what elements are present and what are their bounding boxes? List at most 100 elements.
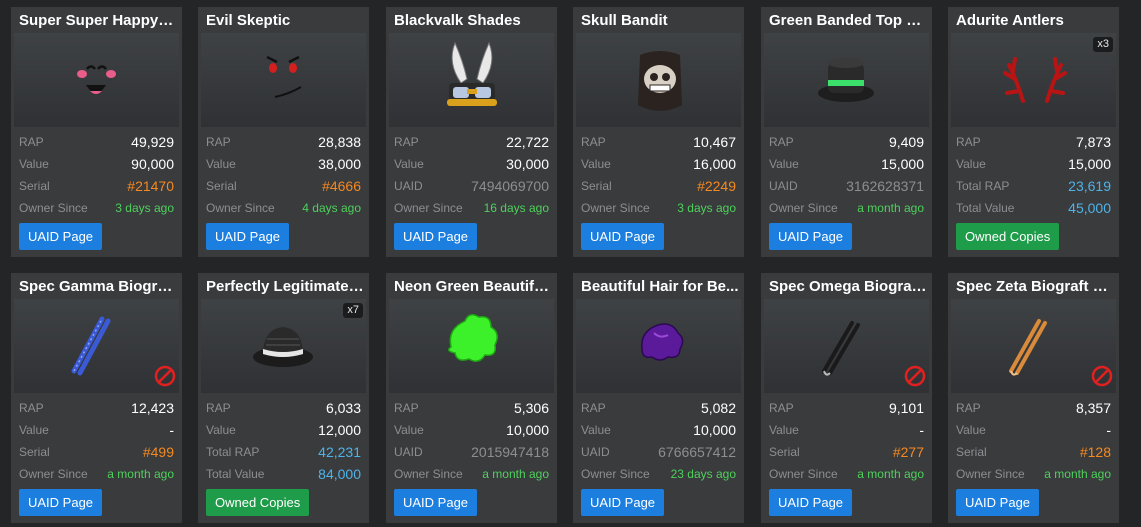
total-rap-value: 23,619 xyxy=(1068,178,1111,194)
rap-label: RAP xyxy=(581,135,606,149)
owner-since-value: 4 days ago xyxy=(302,201,361,215)
rap-value: 5,082 xyxy=(700,400,736,416)
item-thumbnail[interactable] xyxy=(14,33,179,127)
uaid-value: 7494069700 xyxy=(471,178,549,194)
item-name[interactable]: Neon Green Beautifu... xyxy=(394,279,552,295)
item-thumbnail[interactable] xyxy=(951,33,1116,127)
owner-since-value: 23 days ago xyxy=(670,467,736,481)
item-card[interactable]: Super Super Happy F... RAP 49,929 Value 90… xyxy=(11,7,182,257)
value-label: Value xyxy=(956,157,986,171)
value-label: Value xyxy=(769,423,799,437)
item-name[interactable]: Evil Skeptic xyxy=(206,13,364,29)
value-value: 90,000 xyxy=(131,156,174,172)
value-label: Value xyxy=(394,423,424,437)
item-name[interactable]: Adurite Antlers xyxy=(956,13,1114,29)
item-card[interactable]: Adurite Antlers x3 RAP 7,873 Value 15,000 … xyxy=(948,7,1119,257)
uaid-page-button[interactable]: UAID Page xyxy=(581,223,665,250)
total-value-label: Total Value xyxy=(206,467,265,481)
item-card[interactable]: Neon Green Beautifu... RAP 5,306 Value 10,… xyxy=(386,273,557,523)
item-thumbnail[interactable] xyxy=(389,33,554,127)
uaid-label: UAID xyxy=(394,445,423,459)
item-name[interactable]: Green Banded Top Hat xyxy=(769,13,927,29)
serial-value: #499 xyxy=(142,444,174,460)
item-card[interactable]: Perfectly Legitimate ... x7 RAP 6,033 Val… xyxy=(198,273,369,523)
uaid-page-button[interactable]: UAID Page xyxy=(19,223,103,250)
owner-since-label: Owner Since xyxy=(581,467,650,481)
item-thumbnail[interactable] xyxy=(576,33,741,127)
rap-label: RAP xyxy=(956,401,981,415)
item-name[interactable]: Spec Zeta Biograft E... xyxy=(956,279,1114,295)
owner-since-label: Owner Since xyxy=(394,467,463,481)
owner-since-label: Owner Since xyxy=(581,201,650,215)
green-hair-icon xyxy=(448,314,498,362)
uaid-page-button[interactable]: UAID Page xyxy=(206,223,290,250)
top-hat-icon xyxy=(818,58,874,102)
item-thumbnail[interactable] xyxy=(201,299,366,393)
owner-since-value: a month ago xyxy=(857,201,924,215)
uaid-page-button[interactable]: UAID Page xyxy=(769,489,853,516)
owner-since-value: a month ago xyxy=(107,467,174,481)
item-card[interactable]: Spec Omega Biograf... RAP 9,101 Value - Se… xyxy=(761,273,932,523)
rap-label: RAP xyxy=(956,135,981,149)
item-thumbnail[interactable] xyxy=(576,299,741,393)
rap-value: 28,838 xyxy=(318,134,361,150)
value-value: 15,000 xyxy=(1068,156,1111,172)
item-thumbnail[interactable] xyxy=(389,299,554,393)
item-name[interactable]: Blackvalk Shades xyxy=(394,13,552,29)
inventory-grid: Super Super Happy F... RAP 49,929 Value 90… xyxy=(0,0,1141,527)
item-name[interactable]: Perfectly Legitimate ... xyxy=(206,279,364,295)
value-label: Value xyxy=(581,423,611,437)
uaid-page-button[interactable]: UAID Page xyxy=(769,223,853,250)
rap-label: RAP xyxy=(394,135,419,149)
item-name[interactable]: Spec Omega Biograf... xyxy=(769,279,927,295)
owner-since-label: Owner Since xyxy=(206,201,275,215)
value-label: Value xyxy=(19,423,49,437)
item-name[interactable]: Beautiful Hair for Be... xyxy=(581,279,739,295)
uaid-value: 2015947418 xyxy=(471,444,549,460)
uaid-page-button[interactable]: UAID Page xyxy=(956,489,1040,516)
value-label: Value xyxy=(206,423,236,437)
rap-label: RAP xyxy=(19,401,44,415)
uaid-label: UAID xyxy=(394,179,423,193)
serial-label: Serial xyxy=(769,445,800,459)
item-card[interactable]: Green Banded Top Hat RAP 9,409 Value 15,00… xyxy=(761,7,932,257)
rap-value: 9,409 xyxy=(888,134,924,150)
uaid-value: 6766657412 xyxy=(658,444,736,460)
rap-value: 6,033 xyxy=(325,400,361,416)
serial-value: #128 xyxy=(1079,444,1111,460)
item-card[interactable]: Evil Skeptic RAP 28,838 Value 38,000 Seria… xyxy=(198,7,369,257)
item-card[interactable]: Spec Zeta Biograft E... RAP 8,357 Value - … xyxy=(948,273,1119,523)
serial-value: #2249 xyxy=(697,178,736,194)
item-name[interactable]: Skull Bandit xyxy=(581,13,739,29)
rap-label: RAP xyxy=(581,401,606,415)
item-thumbnail[interactable] xyxy=(764,33,929,127)
item-name[interactable]: Spec Gamma Biograf... xyxy=(19,279,177,295)
winged-shades-icon xyxy=(447,41,497,106)
item-thumbnail[interactable] xyxy=(201,33,366,127)
owned-copies-button[interactable]: Owned Copies xyxy=(956,223,1060,250)
item-card[interactable]: Spec Gamma Biograf... RAP 12,423 Value - S… xyxy=(11,273,182,523)
value-label: Value xyxy=(394,157,424,171)
uaid-page-button[interactable]: UAID Page xyxy=(19,489,103,516)
item-card[interactable]: Skull Bandit RAP 10,467 Value 16,000 Seria… xyxy=(573,7,744,257)
rap-value: 8,357 xyxy=(1075,400,1111,416)
owner-since-value: 3 days ago xyxy=(677,201,736,215)
owner-since-label: Owner Since xyxy=(19,201,88,215)
no-trade-hold-icon xyxy=(154,365,176,387)
owner-since-value: 16 days ago xyxy=(483,201,549,215)
value-label: Value xyxy=(581,157,611,171)
purple-hair-icon xyxy=(641,323,684,361)
uaid-page-button[interactable]: UAID Page xyxy=(394,489,478,516)
item-card[interactable]: Beautiful Hair for Be... RAP 5,082 Value 1… xyxy=(573,273,744,523)
rap-label: RAP xyxy=(394,401,419,415)
item-card[interactable]: Blackvalk Shades RAP 22,722 Value 30,000 U… xyxy=(386,7,557,257)
value-label: Value xyxy=(956,423,986,437)
owned-copies-button[interactable]: Owned Copies xyxy=(206,489,310,516)
uaid-page-button[interactable]: UAID Page xyxy=(394,223,478,250)
value-value: 10,000 xyxy=(693,422,736,438)
serial-value: #277 xyxy=(892,444,924,460)
rap-label: RAP xyxy=(769,401,794,415)
uaid-page-button[interactable]: UAID Page xyxy=(581,489,665,516)
owner-since-label: Owner Since xyxy=(769,201,838,215)
item-name[interactable]: Super Super Happy F... xyxy=(19,13,177,29)
